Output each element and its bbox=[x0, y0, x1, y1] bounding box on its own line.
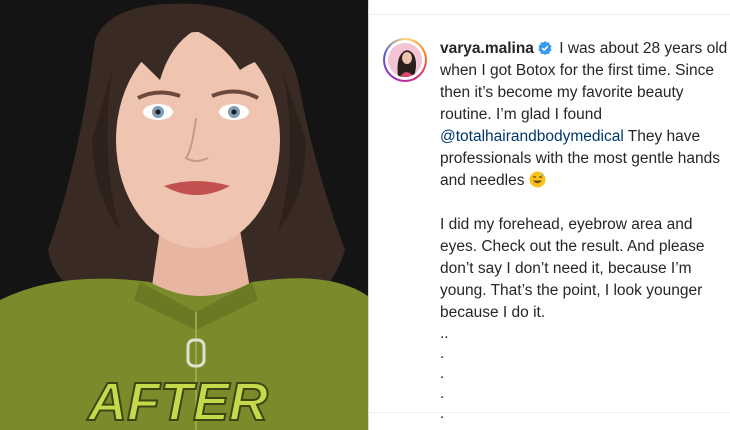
divider bbox=[368, 0, 369, 430]
username-link[interactable]: varya.malina bbox=[440, 40, 534, 57]
dot-line: . bbox=[440, 345, 445, 362]
dot-line: . bbox=[440, 385, 445, 402]
mention-link[interactable]: @totalhairandbodymedical bbox=[440, 128, 624, 145]
top-border bbox=[369, 14, 730, 15]
shirt-text: AFTER bbox=[86, 372, 268, 430]
dot-line: . bbox=[440, 365, 445, 382]
caption-dots: .. . . . . bbox=[440, 324, 730, 424]
post-caption: varya.malina I was about 28 years old wh… bbox=[440, 38, 730, 424]
sweat-smile-emoji-icon bbox=[529, 171, 546, 188]
avatar-image bbox=[388, 43, 422, 77]
caption-paragraph-1: varya.malina I was about 28 years old wh… bbox=[440, 38, 730, 192]
caption-paragraph-2: I did my forehead, eyebrow area and eyes… bbox=[440, 216, 705, 321]
dot-line: . bbox=[440, 405, 445, 422]
avatar[interactable] bbox=[383, 38, 427, 82]
dot-line: .. bbox=[440, 325, 449, 342]
post-photo[interactable]: AFTER bbox=[0, 0, 368, 430]
photo-illustration: AFTER bbox=[0, 0, 368, 430]
verified-badge-icon bbox=[538, 40, 552, 55]
